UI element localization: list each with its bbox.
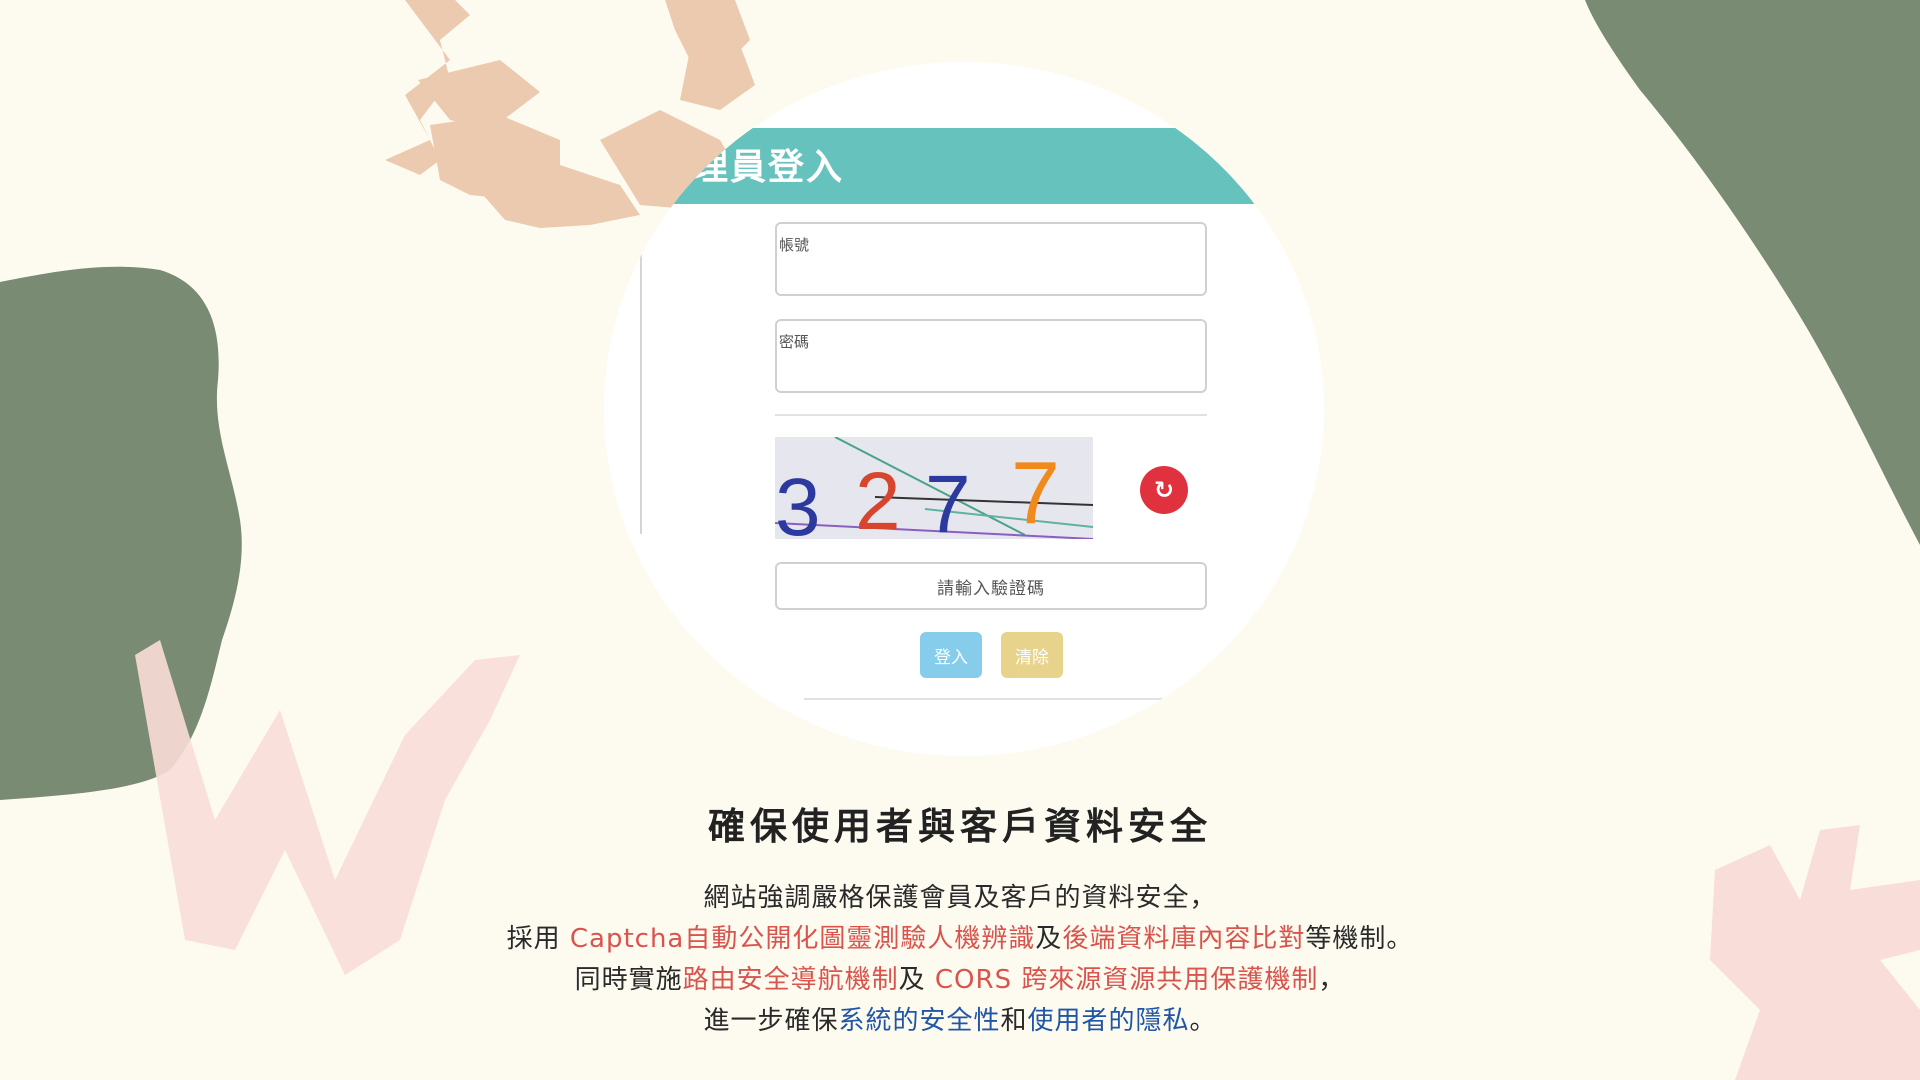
- user-privacy-highlight: 使用者的隱私: [1027, 1006, 1190, 1036]
- login-title: 管理員登入: [654, 147, 845, 188]
- captcha-placeholder: 請輸入驗證碼: [937, 578, 1045, 599]
- form-separator: [775, 414, 1207, 416]
- line2-mid: 及: [1035, 924, 1063, 954]
- captcha-digit-1: 3: [775, 462, 821, 539]
- captcha-highlight: Captcha自動公開化圖靈測驗人機辨識: [569, 924, 1036, 954]
- database-highlight: 後端資料庫內容比對: [1062, 924, 1306, 954]
- green-blob-right: [1585, 0, 1920, 545]
- system-security-highlight: 系統的安全性: [838, 1006, 1001, 1036]
- captcha-digit-4: 7: [1011, 443, 1060, 539]
- captcha-image: 3 2 7 7: [774, 436, 1094, 553]
- line3-suffix: ，: [1318, 965, 1346, 995]
- line2-suffix: 等機制。: [1305, 924, 1414, 954]
- account-placeholder: 帳號: [779, 236, 810, 254]
- captcha-digit-2: 2: [855, 456, 901, 539]
- password-field[interactable]: 密碼: [775, 319, 1207, 393]
- line3-prefix: 同時實施: [574, 965, 683, 995]
- description-line-3: 同時實施路由安全導航機制及 CORS 跨來源資源共用保護機制，: [0, 959, 1920, 996]
- description-line-1: 網站強調嚴格保護會員及客戶的資料安全，: [0, 877, 1920, 914]
- line4-suffix: 。: [1189, 1006, 1217, 1036]
- login-button[interactable]: 登入: [920, 632, 982, 678]
- refresh-icon: ↻: [1153, 476, 1175, 504]
- line3-mid: 及: [898, 965, 935, 995]
- line2-prefix: 採用: [506, 924, 570, 954]
- green-blob-left: [0, 266, 242, 800]
- login-screenshot-circle: 管理員登入 帳號 密碼 3 2 7 7 ↻ 請輸入驗證碼 登入 清除: [604, 62, 1324, 756]
- description-line-4: 進一步確保系統的安全性和使用者的隱私。: [0, 1000, 1920, 1037]
- cors-highlight: CORS 跨來源資源共用保護機制: [934, 965, 1319, 995]
- description-line-2: 採用 Captcha自動公開化圖靈測驗人機辨識及後端資料庫內容比對等機制。: [0, 918, 1920, 955]
- headline: 確保使用者與客戶資料安全: [708, 804, 1212, 848]
- captcha-digit-3: 7: [925, 459, 971, 539]
- clear-button[interactable]: 清除: [1001, 632, 1063, 678]
- refresh-captcha-button[interactable]: ↻: [1140, 466, 1188, 514]
- line4-mid: 和: [1000, 1006, 1028, 1036]
- panel-left-border: [640, 204, 642, 534]
- line4-prefix: 進一步確保: [703, 1006, 839, 1036]
- captcha-input[interactable]: 請輸入驗證碼: [775, 562, 1207, 610]
- form-bottom-line: [804, 698, 1179, 700]
- account-field[interactable]: 帳號: [775, 222, 1207, 296]
- line1-text: 網站強調嚴格保護會員及客戶的資料安全，: [703, 883, 1217, 913]
- routing-highlight: 路由安全導航機制: [682, 965, 899, 995]
- password-placeholder: 密碼: [779, 333, 810, 351]
